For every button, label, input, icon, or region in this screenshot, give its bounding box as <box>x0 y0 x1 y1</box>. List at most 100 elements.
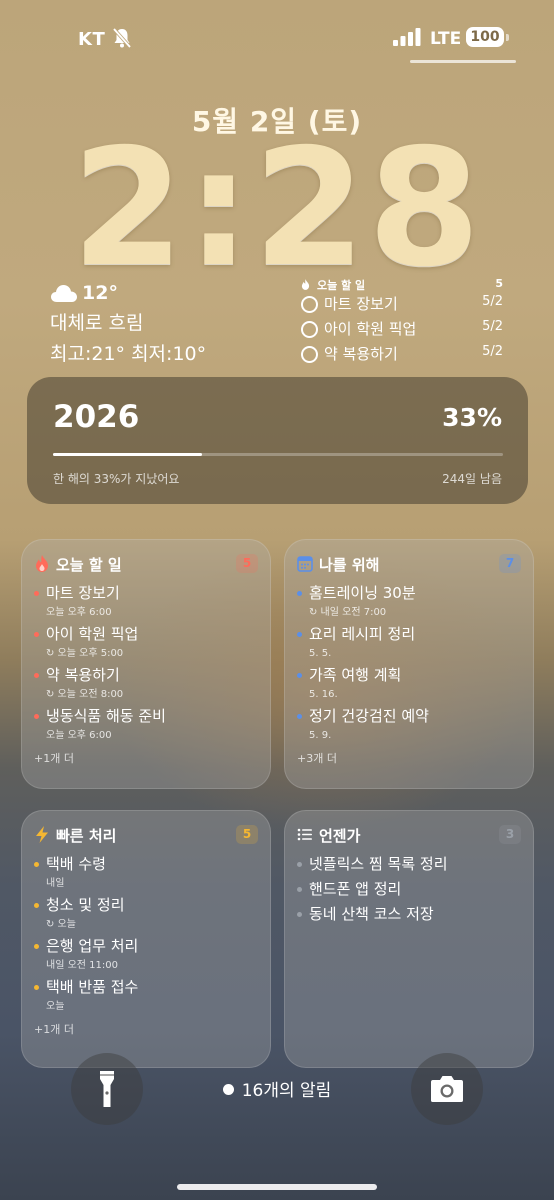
notification-label: 16개의 알림 <box>241 1081 332 1101</box>
item-title: 넷플릭스 찜 목록 정리 <box>309 855 448 873</box>
more-items-label[interactable]: +1개 더 <box>34 750 260 766</box>
bullet-dot <box>297 912 302 917</box>
list-item[interactable]: 은행 업무 처리내일 오전 11:00 <box>34 937 260 978</box>
item-due: 5. 9. <box>309 730 332 741</box>
list-item[interactable]: 마트 장보기 오늘 오후 6:00 <box>34 584 260 625</box>
mini-item-date: 5/2 <box>482 344 503 359</box>
list-item[interactable]: 동네 산책 코스 저장 <box>297 905 523 930</box>
year-label: 2026 <box>53 399 140 435</box>
card-item-list: 홈트레이닝 30분 ↻ 내일 오전 7:00 요리 레시피 정리 5. 5. 가족 여행… <box>297 584 523 766</box>
list-item[interactable]: 청소 및 정리 ↻ 오늘 <box>34 896 260 937</box>
checkbox-circle-icon[interactable] <box>301 321 318 338</box>
item-due: 오늘 오후 6:00 <box>46 607 112 618</box>
list-card-for-me[interactable]: 나를 위해 7 홈트레이닝 30분 ↻ 내일 오전 7:00 요리 레시피 정리 5. 5… <box>284 539 534 789</box>
list-item[interactable]: 요리 레시피 정리 5. 5. <box>297 625 523 666</box>
bullet-dot <box>297 632 302 637</box>
item-due: 내일 오전 11:00 <box>46 960 118 971</box>
bullet-dot <box>34 632 39 637</box>
battery-icon: 100 <box>466 27 504 47</box>
bell-slash-icon <box>112 27 132 49</box>
list-item[interactable]: 홈트레이닝 30분 ↻ 내일 오전 7:00 <box>297 584 523 625</box>
list-item[interactable]: 정기 건강검진 예약 5. 9. <box>297 707 523 748</box>
mini-widget-item[interactable]: 약 복용하기 5/2 <box>301 343 503 368</box>
bullet-dot <box>34 714 39 719</box>
mini-widget-item[interactable]: 마트 장보기 5/2 <box>301 293 503 318</box>
checkbox-circle-icon[interactable] <box>301 296 318 313</box>
bullet-dot <box>297 714 302 719</box>
year-progress-widget[interactable]: 2026 33% 한 해의 33%가 지났어요 244일 남음 <box>27 377 528 504</box>
calendar-icon <box>297 555 313 572</box>
notification-dot-icon <box>222 1084 234 1095</box>
weather-widget[interactable]: 12° 대체로 흐림 최고:21° 최저:10° <box>50 282 206 366</box>
year-progress-fill <box>53 453 202 456</box>
card-count-badge: 3 <box>499 825 521 844</box>
bullet-dot <box>34 903 39 908</box>
item-title: 약 복용하기 <box>46 666 120 684</box>
year-progress-track <box>53 453 503 456</box>
control-center-indicator[interactable] <box>410 60 516 63</box>
bullet-dot <box>297 887 302 892</box>
cloud-icon <box>51 285 77 302</box>
item-due: 오늘 <box>46 1001 65 1012</box>
list-card-someday[interactable]: 언젠가 3 넷플릭스 찜 목록 정리 핸드폰 앱 정리 동네 산책 코스 저장 <box>284 810 534 1068</box>
list-item[interactable]: 가족 여행 계획 5. 16. <box>297 666 523 707</box>
list-item[interactable]: 택배 반품 접수오늘 <box>34 978 260 1019</box>
item-title: 홈트레이닝 30분 <box>309 584 416 602</box>
mini-widget-count: 5 <box>495 277 503 290</box>
item-title: 은행 업무 처리 <box>46 937 139 955</box>
list-item[interactable]: 약 복용하기 ↻ 오늘 오전 8:00 <box>34 666 260 707</box>
more-items-label[interactable]: +1개 더 <box>34 1021 260 1037</box>
list-item[interactable]: 택배 수령 내일 <box>34 855 260 896</box>
weather-condition: 대체로 흐림 <box>50 312 144 334</box>
flame-icon <box>301 279 310 290</box>
card-title: 나를 위해 <box>319 556 380 574</box>
item-title: 정기 건강검진 예약 <box>309 707 429 725</box>
mini-item-label: 아이 학원 픽업 <box>324 320 417 338</box>
weather-temperature: 12° <box>82 282 118 304</box>
card-item-list: 마트 장보기 오늘 오후 6:00 아이 학원 픽업 ↻ 오늘 오후 5:00 약 복용… <box>34 584 260 766</box>
list-item[interactable]: 아이 학원 픽업 ↻ 오늘 오후 5:00 <box>34 625 260 666</box>
item-title: 요리 레시피 정리 <box>309 625 416 643</box>
today-mini-widget[interactable]: 오늘 할 일 5 마트 장보기 5/2 아이 학원 픽업 5/2 약 복용하기 5/2 <box>301 277 503 368</box>
item-due: ↻ 오늘 <box>46 919 76 930</box>
bullet-dot <box>297 673 302 678</box>
item-due: 오늘 오후 6:00 <box>46 730 112 741</box>
list-card-quick[interactable]: 빠른 처리 5 택배 수령 내일 청소 및 정리 ↻ 오늘은행 업무 처리내일 오전 11… <box>21 810 271 1068</box>
card-header: 오늘 할 일 5 <box>34 554 258 574</box>
mini-widget-header: 오늘 할 일 5 <box>301 277 503 293</box>
item-due: ↻ 오늘 오후 5:00 <box>46 648 124 659</box>
more-items-label[interactable]: +3개 더 <box>297 750 523 766</box>
list-item[interactable]: 넷플릭스 찜 목록 정리 <box>297 855 523 880</box>
year-percent: 33% <box>442 403 502 432</box>
list-icon <box>297 826 313 843</box>
bullet-dot <box>34 944 39 949</box>
battery-nub <box>506 34 509 41</box>
bullet-dot <box>297 862 302 867</box>
card-title: 빠른 처리 <box>56 827 117 845</box>
list-item[interactable]: 핸드폰 앱 정리 <box>297 880 523 905</box>
mini-widget-item[interactable]: 아이 학원 픽업 5/2 <box>301 318 503 343</box>
item-title: 택배 반품 접수 <box>46 978 139 996</box>
item-due: 5. 5. <box>309 648 332 659</box>
bullet-dot <box>297 591 302 596</box>
flame-icon <box>34 555 50 572</box>
card-title: 오늘 할 일 <box>56 556 122 574</box>
item-title: 가족 여행 계획 <box>309 666 402 684</box>
list-item[interactable]: 냉동식품 해동 준비 오늘 오후 6:00 <box>34 707 260 748</box>
checkbox-circle-icon[interactable] <box>301 346 318 363</box>
bolt-icon <box>34 826 50 843</box>
item-title: 청소 및 정리 <box>46 896 125 914</box>
weather-high-low: 최고:21° 최저:10° <box>50 343 207 365</box>
home-indicator[interactable] <box>177 1184 377 1190</box>
camera-button[interactable] <box>411 1053 483 1125</box>
card-header: 나를 위해 7 <box>297 554 521 574</box>
list-card-today[interactable]: 오늘 할 일 5 마트 장보기 오늘 오후 6:00 아이 학원 픽업 ↻ 오늘 오후 5… <box>21 539 271 789</box>
camera-icon <box>431 1076 463 1102</box>
year-remaining: 244일 남음 <box>442 472 502 486</box>
card-header: 빠른 처리 5 <box>34 825 258 845</box>
mini-item-label: 마트 장보기 <box>324 295 398 313</box>
item-due: ↻ 오늘 오전 8:00 <box>46 689 124 700</box>
mini-item-date: 5/2 <box>482 319 503 334</box>
item-title: 택배 수령 <box>46 855 106 873</box>
signal-strength-icon <box>393 28 421 46</box>
